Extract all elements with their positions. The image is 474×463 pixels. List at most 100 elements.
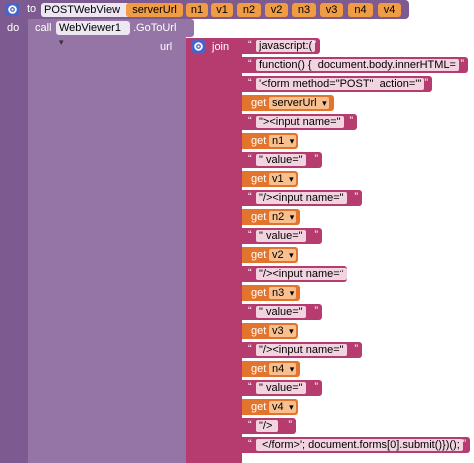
param-n1[interactable]: n1: [186, 3, 208, 17]
text-value-field[interactable]: "/>: [256, 420, 279, 432]
join-label: join: [212, 41, 230, 53]
procedure-block[interactable]: [0, 0, 30, 463]
get-variable-block[interactable]: get v4: [242, 399, 298, 415]
text-value-field[interactable]: </form>'; document.forms[0].submit()})()…: [256, 439, 463, 451]
variable-dropdown[interactable]: v3: [269, 325, 296, 337]
join-mutator-gear-icon[interactable]: [192, 40, 205, 53]
close-quote-icon: ”: [462, 438, 466, 450]
open-quote-icon: “: [248, 77, 252, 89]
close-quote-icon: ”: [424, 77, 428, 89]
param-v1[interactable]: v1: [211, 3, 233, 17]
param-v2[interactable]: v2: [265, 3, 288, 17]
component-dropdown[interactable]: WebViewer1 ▾: [56, 21, 130, 47]
get-label: get: [251, 135, 267, 147]
join-block[interactable]: [186, 38, 242, 463]
open-quote-icon: “: [248, 305, 252, 317]
open-quote-icon: “: [248, 343, 252, 355]
text-string-block[interactable]: “ "/><input name=" ”: [242, 190, 362, 206]
text-string-block[interactable]: “ " value=" ”: [242, 152, 322, 168]
get-label: get: [251, 249, 267, 261]
text-value-field[interactable]: "><input name=": [256, 116, 344, 128]
open-quote-icon: “: [248, 229, 252, 241]
variable-dropdown[interactable]: v2: [269, 249, 296, 261]
get-label: get: [251, 173, 267, 185]
open-quote-icon: “: [248, 115, 252, 127]
text-string-block[interactable]: “ " value=" ”: [242, 380, 322, 396]
mutator-gear-icon[interactable]: [6, 3, 19, 16]
text-string-block[interactable]: “ "/> ”: [242, 418, 296, 434]
close-quote-icon: ”: [354, 343, 358, 355]
variable-dropdown[interactable]: v1: [269, 173, 296, 185]
text-value-field[interactable]: " value=": [256, 154, 306, 166]
variable-dropdown[interactable]: n1: [269, 135, 297, 147]
text-string-block[interactable]: “ javascript:(”: [242, 38, 320, 54]
get-variable-block[interactable]: get n3: [242, 285, 300, 301]
get-variable-block[interactable]: get v1: [242, 171, 298, 187]
open-quote-icon: “: [248, 438, 252, 450]
variable-dropdown[interactable]: n2: [269, 211, 297, 223]
get-variable-block[interactable]: get v2: [242, 247, 298, 263]
text-value-field[interactable]: " value=": [256, 382, 306, 394]
variable-dropdown[interactable]: serverUrl: [269, 97, 329, 109]
close-quote-icon: ”: [339, 267, 343, 279]
procedure-do-label: do: [7, 22, 20, 34]
param-serverUrl[interactable]: serverUrl: [126, 3, 183, 17]
get-label: get: [251, 287, 267, 299]
get-label: get: [251, 325, 267, 337]
open-quote-icon: “: [248, 381, 252, 393]
open-quote-icon: “: [248, 58, 252, 70]
text-string-block[interactable]: “ '<form method="POST" action="'”: [242, 76, 432, 92]
param-v4[interactable]: v4: [378, 3, 401, 17]
text-value-field[interactable]: "/><input name=": [256, 268, 347, 280]
text-string-block[interactable]: “ "/><input name=" ”: [242, 342, 362, 358]
text-string-block[interactable]: “ </form>'; document.forms[0].submit()})…: [242, 437, 470, 453]
get-variable-block[interactable]: get n1: [242, 133, 298, 149]
close-quote-icon: ”: [312, 39, 316, 51]
call-block-body: [28, 37, 186, 463]
variable-dropdown[interactable]: v4: [269, 401, 296, 413]
close-quote-icon: ”: [354, 191, 358, 203]
param-n3[interactable]: n3: [292, 3, 316, 17]
get-variable-block[interactable]: get n2: [242, 209, 300, 225]
variable-dropdown[interactable]: n3: [269, 287, 297, 299]
url-socket-label: url: [160, 41, 173, 53]
procedure-name-field[interactable]: POSTWebView: [41, 3, 130, 17]
text-string-block[interactable]: “ "><input name=" ”: [242, 114, 357, 130]
param-v3[interactable]: v3: [320, 3, 343, 17]
procedure-to-label: to: [27, 3, 37, 15]
open-quote-icon: “: [248, 267, 252, 279]
get-variable-block[interactable]: get serverUrl: [242, 95, 334, 111]
get-variable-block[interactable]: get v3: [242, 323, 298, 339]
open-quote-icon: “: [248, 191, 252, 203]
component-name: WebViewer1: [59, 22, 121, 34]
param-n2[interactable]: n2: [237, 3, 261, 17]
open-quote-icon: “: [248, 419, 252, 431]
get-label: get: [251, 363, 267, 375]
text-string-block[interactable]: “ function() { document.body.innerHTML=”: [242, 57, 468, 73]
get-label: get: [251, 211, 267, 223]
close-quote-icon: ”: [314, 305, 318, 317]
text-value-field[interactable]: "/><input name=": [256, 344, 347, 356]
text-string-block[interactable]: “ " value=" ”: [242, 304, 322, 320]
open-quote-icon: “: [248, 39, 252, 51]
close-quote-icon: ”: [460, 58, 464, 70]
text-string-block[interactable]: “ "/><input name="”: [242, 266, 347, 282]
text-value-field[interactable]: javascript:(: [256, 40, 316, 52]
text-string-block[interactable]: “ " value=" ”: [242, 228, 322, 244]
text-value-field[interactable]: "/><input name=": [256, 192, 347, 204]
close-quote-icon: ”: [314, 153, 318, 165]
get-label: get: [251, 97, 267, 109]
close-quote-icon: ”: [314, 381, 318, 393]
variable-dropdown[interactable]: n4: [269, 363, 297, 375]
get-variable-block[interactable]: get n4: [242, 361, 300, 377]
close-quote-icon: ”: [314, 229, 318, 241]
chevron-down-icon: ▾: [59, 37, 64, 47]
param-n4[interactable]: n4: [348, 3, 373, 17]
text-value-field[interactable]: " value=": [256, 230, 306, 242]
text-value-field[interactable]: " value=": [256, 306, 306, 318]
text-value-field[interactable]: '<form method="POST" action="': [256, 78, 425, 90]
text-value-field[interactable]: function() { document.body.innerHTML=: [256, 59, 459, 71]
close-quote-icon: ”: [288, 419, 292, 431]
get-label: get: [251, 401, 267, 413]
call-label: call: [35, 22, 52, 34]
